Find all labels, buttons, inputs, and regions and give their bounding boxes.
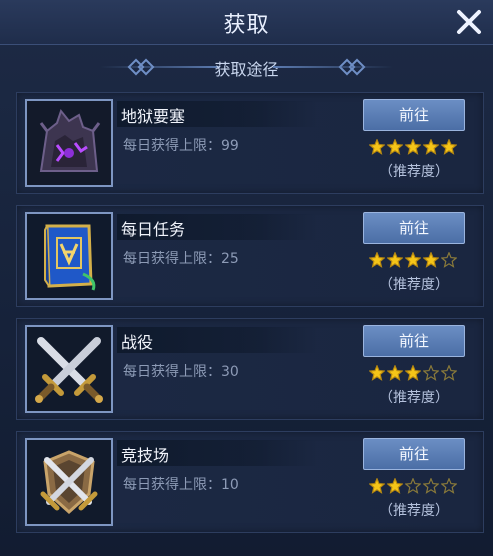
star-filled-icon	[369, 365, 385, 381]
recommend-label: （推荐度）	[379, 164, 449, 180]
go-button[interactable]: 前往	[363, 325, 465, 357]
panel-title: 获取	[223, 13, 270, 38]
star-filled-icon	[441, 139, 457, 155]
source-row: 地狱要塞 每日获得上限：99 前往 （推荐度）	[16, 92, 484, 194]
rating-stars	[369, 365, 459, 381]
source-name: 竞技场	[121, 446, 170, 465]
recommend-label: （推荐度）	[379, 503, 449, 519]
star-empty-icon	[441, 252, 457, 268]
star-empty-icon	[423, 365, 439, 381]
crossed-swords-icon	[25, 325, 113, 413]
star-filled-icon	[387, 252, 403, 268]
go-button[interactable]: 前往	[363, 99, 465, 131]
star-empty-icon	[441, 365, 457, 381]
star-filled-icon	[369, 252, 385, 268]
source-name: 战役	[121, 333, 154, 352]
star-filled-icon	[387, 478, 403, 494]
daily-limit: 每日获得上限：30	[123, 364, 239, 380]
go-button[interactable]: 前往	[363, 438, 465, 470]
quest-book-icon	[25, 212, 113, 300]
source-row: 竞技场 每日获得上限：10 前往 （推荐度）	[16, 431, 484, 533]
close-icon[interactable]	[453, 6, 485, 38]
title-bar: 获取	[0, 0, 493, 45]
acquire-panel: 获取 获取途径 地狱要塞 每日获得上限：99 前往 （推荐度） 每日任务 每日获…	[0, 0, 493, 556]
daily-limit: 每日获得上限：10	[123, 477, 239, 493]
star-filled-icon	[405, 139, 421, 155]
star-filled-icon	[405, 252, 421, 268]
source-name: 地狱要塞	[121, 107, 186, 126]
recommend-label: （推荐度）	[379, 390, 449, 406]
star-filled-icon	[423, 252, 439, 268]
source-row: 战役 每日获得上限：30 前往 （推荐度）	[16, 318, 484, 420]
divider-ornament-right	[273, 66, 393, 68]
star-filled-icon	[405, 365, 421, 381]
daily-limit: 每日获得上限：99	[123, 138, 239, 154]
star-empty-icon	[423, 478, 439, 494]
rating-stars	[369, 252, 459, 268]
star-filled-icon	[387, 139, 403, 155]
star-filled-icon	[369, 478, 385, 494]
subheader-title: 获取途径	[214, 60, 279, 79]
star-filled-icon	[387, 365, 403, 381]
star-empty-icon	[441, 478, 457, 494]
daily-limit: 每日获得上限：25	[123, 251, 239, 267]
hell-fortress-icon	[25, 99, 113, 187]
recommend-label: （推荐度）	[379, 277, 449, 293]
star-filled-icon	[369, 139, 385, 155]
source-row: 每日任务 每日获得上限：25 前往 （推荐度）	[16, 205, 484, 307]
star-filled-icon	[423, 139, 439, 155]
rating-stars	[369, 478, 459, 494]
arena-shield-icon	[25, 438, 113, 526]
rating-stars	[369, 139, 459, 155]
star-empty-icon	[405, 478, 421, 494]
go-button[interactable]: 前往	[363, 212, 465, 244]
source-name: 每日任务	[121, 220, 186, 239]
subheader: 获取途径	[0, 52, 493, 82]
